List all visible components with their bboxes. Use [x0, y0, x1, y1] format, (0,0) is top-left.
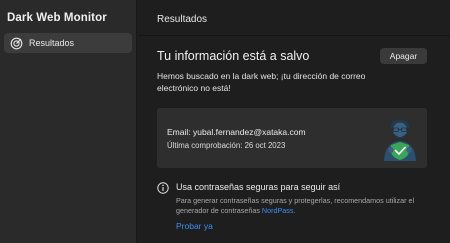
header-divider	[138, 35, 450, 36]
email-status-card: Email: yubal.fernandez@xataka.com Última…	[157, 108, 427, 168]
person-shield-illustration	[384, 120, 416, 161]
nordpass-link[interactable]: NordPass.	[262, 206, 296, 215]
status-heading: Tu información está a salvo	[157, 49, 310, 63]
last-check-line: Última comprobación: 26 oct 2023	[167, 141, 286, 150]
try-now-link[interactable]: Probar ya	[176, 221, 213, 231]
main-panel: Resultados Tu información está a salvo A…	[138, 0, 450, 243]
app-title: Dark Web Monitor	[7, 12, 107, 24]
sidebar-item-resultados[interactable]: Resultados	[4, 33, 132, 53]
off-button[interactable]: Apagar	[380, 48, 427, 64]
info-icon	[157, 182, 169, 194]
status-description: Hemos buscado en la dark web; ¡tu direcc…	[157, 71, 366, 93]
target-icon	[10, 37, 23, 50]
tip-body: Para generar contraseñas seguras y prote…	[176, 196, 446, 215]
email-line: Email: yubal.fernandez@xataka.com	[167, 127, 306, 137]
tip-title: Usa contraseñas seguras para seguir así	[176, 182, 341, 192]
page-title: Resultados	[157, 14, 208, 25]
sidebar-item-label: Resultados	[29, 38, 75, 48]
sidebar: Dark Web Monitor Resultados	[0, 0, 137, 243]
